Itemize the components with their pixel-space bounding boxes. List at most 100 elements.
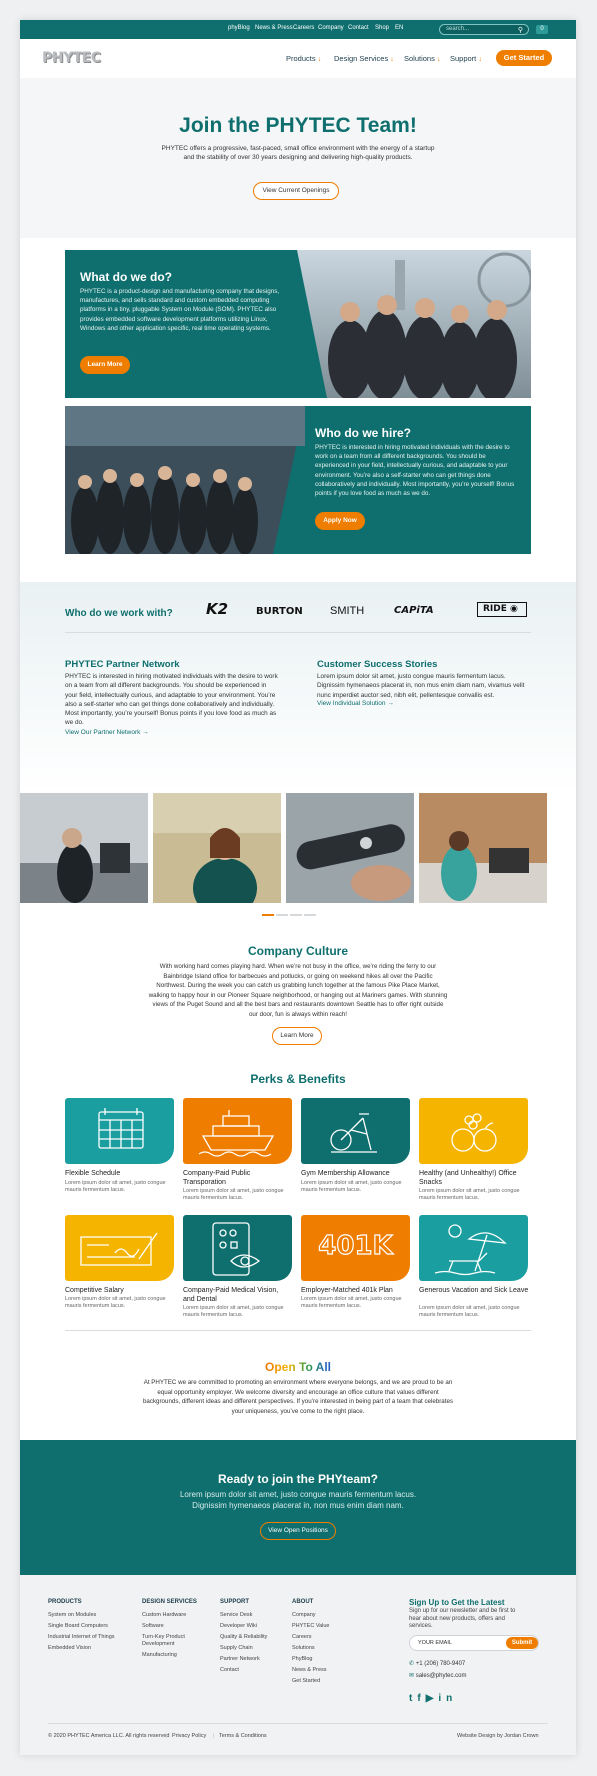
partner-network-link[interactable]: View Our Partner Network → [65, 729, 149, 736]
carousel-photo-office[interactable] [153, 793, 281, 903]
carousel-photo-device[interactable] [286, 793, 414, 903]
carousel-dot[interactable] [276, 914, 288, 916]
footer-link[interactable]: Software [142, 1621, 214, 1632]
footer-link[interactable]: News & Press [292, 1665, 362, 1676]
who-we-hire-card: Who do we hire? PHYTEC is interested in … [65, 406, 531, 554]
nav-support[interactable]: Support ↓ [450, 54, 482, 63]
perk-tile [419, 1215, 528, 1281]
perk-title: Generous Vacation and Sick Leave [419, 1287, 529, 1294]
get-started-button[interactable]: Get Started [496, 50, 552, 66]
footer-link[interactable]: Service Desk [220, 1610, 290, 1621]
topnav-language[interactable]: EN [395, 25, 403, 31]
footer-link[interactable]: Partner Network [220, 1654, 290, 1665]
footer-link[interactable]: Quality & Reliability [220, 1632, 290, 1643]
footer-link[interactable]: Single Board Computers [48, 1621, 133, 1632]
email-address: sales@phytec.com [415, 1673, 467, 1679]
carousel-dot-active[interactable] [262, 914, 274, 916]
calendar-icon [98, 1108, 144, 1149]
capita-logo: CAPiTA [394, 605, 434, 616]
chevron-down-icon: ↓ [436, 56, 441, 63]
culture-learn-more-button[interactable]: Learn More [272, 1027, 322, 1045]
who-title: Who do we hire? [315, 426, 411, 440]
401k-icon: 401K [318, 1230, 394, 1261]
view-open-positions-button[interactable]: View Open Positions [260, 1522, 336, 1540]
perk-tile [65, 1098, 174, 1164]
nav-design-services[interactable]: Design Services ↓ [334, 54, 394, 63]
footer-link[interactable]: Industrial Internet of Things [48, 1632, 133, 1643]
topnav-company[interactable]: Company [318, 25, 344, 31]
footer-link[interactable]: Contact [220, 1665, 290, 1676]
nav-products-label: Products [286, 54, 316, 63]
partner-title: PHYTEC Partner Network [65, 659, 180, 670]
what-we-do-card: What do we do? PHYTEC is a product-desig… [65, 250, 531, 398]
carousel-dot[interactable] [304, 914, 316, 916]
credit-link[interactable]: Website Design by Jordan Crown [457, 1733, 539, 1739]
footer-link[interactable]: Manufacturing [142, 1650, 214, 1661]
topnav-careers[interactable]: Careers [293, 25, 314, 31]
utility-bar: phyBlog News & Press Careers Company Con… [20, 20, 576, 39]
hero-section: Join the PHYTEC Team! PHYTEC offers a pr… [20, 78, 576, 238]
footer-link[interactable]: PhyBlog [292, 1654, 362, 1665]
footer-support-heading: SUPPORT [220, 1599, 250, 1605]
apply-now-button[interactable]: Apply Now [315, 512, 365, 530]
search-input[interactable]: search... ⚲ [439, 24, 529, 35]
open-to-all-text: At PHYTEC we are committed to promoting … [142, 1379, 454, 1415]
phytec-logo[interactable]: PHYTEC [42, 50, 112, 66]
topnav-contact[interactable]: Contact [348, 25, 369, 31]
phone-contact[interactable]: ✆ +1 (206) 780-9407 [409, 1660, 465, 1667]
success-text: Lorem ipsum dolor sit amet, justo congue… [317, 673, 525, 699]
terms-link[interactable]: Terms & Conditions [219, 1733, 267, 1739]
envelope-icon: ✉ [409, 1673, 415, 1679]
footer-link[interactable]: PHYTEC Value [292, 1621, 362, 1632]
email-contact[interactable]: ✉ sales@phytec.com [409, 1672, 466, 1679]
footer-link[interactable]: Solutions [292, 1643, 362, 1654]
divider [48, 1723, 548, 1724]
youtube-icon[interactable]: ▶ [426, 1693, 439, 1704]
carousel-dot[interactable] [290, 914, 302, 916]
footer-link[interactable]: Careers [292, 1632, 362, 1643]
view-openings-button[interactable]: View Current Openings [253, 182, 339, 200]
footer-link[interactable]: Get Started [292, 1676, 362, 1687]
footer-products-links: System on Modules Single Board Computers… [48, 1610, 133, 1654]
cart-icon[interactable]: 0 [536, 25, 548, 34]
topnav-shop[interactable]: Shop [375, 25, 389, 31]
signup-text: Sign up for our newsletter and be first … [409, 1608, 516, 1629]
privacy-link[interactable]: Privacy Policy [172, 1733, 206, 1739]
divider [65, 632, 531, 633]
search-icon[interactable]: ⚲ [518, 26, 523, 34]
nav-solutions[interactable]: Solutions ↓ [404, 54, 440, 63]
arrow-right-icon: → [387, 700, 394, 707]
topnav-news[interactable]: News & Press [255, 25, 293, 31]
perk-desc: Lorem ipsum dolor sit amet, justo congue… [301, 1180, 402, 1193]
perk-desc: Lorem ipsum dolor sit amet, justo congue… [65, 1296, 166, 1309]
email-field[interactable]: YOUR EMAIL [418, 1640, 452, 1646]
footer-link[interactable]: Supply Chain [220, 1643, 290, 1654]
footer-about-heading: ABOUT [292, 1599, 314, 1605]
learn-more-button[interactable]: Learn More [80, 356, 130, 374]
ride-logo: RIDE ◉ [477, 602, 527, 617]
footer-link[interactable]: Turn-Key Product Development [142, 1634, 214, 1648]
footer-link[interactable]: Custom Hardware [142, 1610, 214, 1621]
linkedin-icon[interactable]: in [438, 1693, 457, 1704]
nav-solutions-label: Solutions [404, 54, 435, 63]
perk-desc: Lorem ipsum dolor sit amet, justo congue… [183, 1188, 284, 1201]
search-placeholder: search... [446, 26, 470, 32]
exercise-bike-icon [330, 1113, 377, 1153]
nav-products[interactable]: Products ↓ [286, 54, 321, 63]
facebook-icon[interactable]: f [417, 1693, 425, 1704]
carousel-photo-desk[interactable] [419, 793, 547, 903]
perk-title: Company-Paid Public Transporation [183, 1170, 251, 1186]
beach-icon [434, 1224, 507, 1276]
footer-link[interactable]: Embedded Vision [48, 1643, 133, 1654]
hero-title: Join the PHYTEC Team! [179, 114, 417, 137]
topnav-phyblog[interactable]: phyBlog [228, 25, 250, 31]
submit-button[interactable]: Submit [506, 1637, 538, 1649]
footer-products-heading: PRODUCTS [48, 1599, 82, 1605]
carousel-photo-lab[interactable] [20, 793, 148, 903]
perk-tile [301, 1098, 410, 1164]
footer-link[interactable]: Developer Wiki [220, 1621, 290, 1632]
footer-link[interactable]: System on Modules [48, 1610, 133, 1621]
individual-solution-link[interactable]: View Individual Solution → [317, 700, 394, 707]
perk-title: Company-Paid Medical Vision, and Dental [183, 1287, 279, 1303]
footer-link[interactable]: Company [292, 1610, 362, 1621]
